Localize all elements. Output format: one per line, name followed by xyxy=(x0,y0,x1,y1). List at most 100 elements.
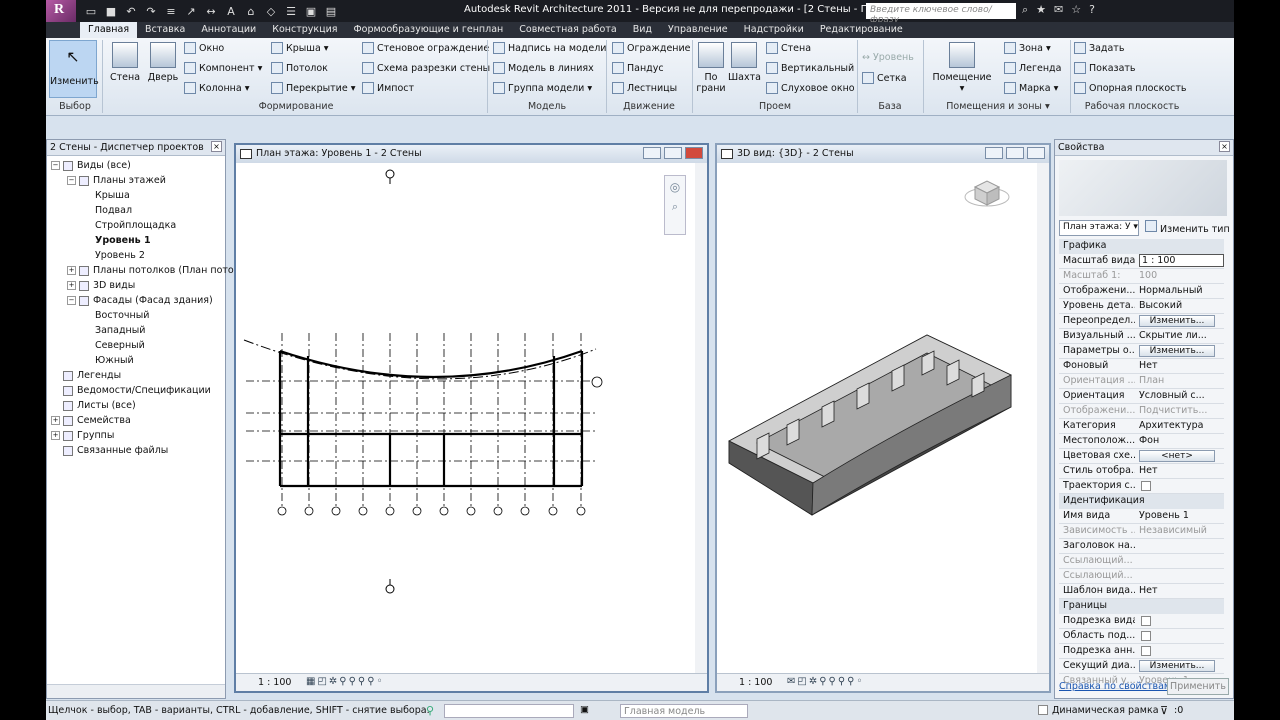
property-checkbox[interactable] xyxy=(1141,631,1151,641)
tab-collaborate[interactable]: Совместная работа xyxy=(511,22,624,38)
opening-by-face-button[interactable]: По грани xyxy=(696,42,726,94)
property-checkbox[interactable] xyxy=(1141,646,1151,656)
tab-modify[interactable]: Редактирование xyxy=(812,22,911,38)
browser-item[interactable]: Уровень 2 xyxy=(51,248,255,263)
browser-item[interactable]: + Планы потолков (План потолка) xyxy=(51,263,255,278)
wall-button[interactable]: Стена xyxy=(108,42,142,83)
save-icon[interactable]: ■ xyxy=(104,5,118,18)
zone-button[interactable]: Зона ▾ xyxy=(1004,42,1051,54)
grid-button[interactable]: Сетка xyxy=(862,72,907,84)
view-scale[interactable]: 1 : 100 xyxy=(258,677,291,688)
level-button[interactable]: ↔ Уровень xyxy=(862,52,914,63)
browser-item[interactable]: Связанные файлы xyxy=(51,443,255,458)
vertical-scrollbar[interactable] xyxy=(1037,163,1049,675)
show-workplane-button[interactable]: Показать xyxy=(1074,62,1136,74)
properties-section[interactable]: Графика xyxy=(1059,239,1224,254)
browser-item[interactable]: Западный xyxy=(51,323,255,338)
properties-section[interactable]: Границы xyxy=(1059,599,1224,614)
property-checkbox[interactable] xyxy=(1141,481,1151,491)
browser-item[interactable]: Листы (все) xyxy=(51,398,255,413)
workset-dropdown[interactable] xyxy=(444,704,574,718)
property-value[interactable]: Фон xyxy=(1139,435,1224,446)
favorites-icon[interactable]: ☆ xyxy=(1071,3,1081,17)
subscription-icon[interactable]: ★ xyxy=(1036,3,1046,17)
roof-button[interactable]: Крыша ▾ xyxy=(271,42,329,54)
close-button[interactable] xyxy=(685,147,703,159)
collapse-icon[interactable]: − xyxy=(67,176,76,185)
browser-horizontal-scrollbar[interactable] xyxy=(47,684,225,698)
application-menu-button[interactable]: R xyxy=(46,0,76,22)
dormer-button[interactable]: Слуховое окно xyxy=(766,82,855,94)
wall-opening-button[interactable]: Стена xyxy=(766,42,811,54)
browser-item[interactable]: Южный xyxy=(51,353,255,368)
browser-item[interactable]: − Фасады (Фасад здания) xyxy=(51,293,255,308)
tag-button[interactable]: Марка ▾ xyxy=(1004,82,1058,94)
worksets-icon[interactable]: ⚲ xyxy=(426,704,434,717)
type-selector[interactable]: План этажа: У ▾ xyxy=(1059,220,1139,236)
tab-home[interactable]: Главная xyxy=(80,22,138,38)
floor-button[interactable]: Перекрытие ▾ xyxy=(271,82,355,94)
switch-windows-icon[interactable]: ▤ xyxy=(324,5,338,18)
view-3d-icon[interactable]: ⌂ xyxy=(244,5,258,18)
column-button[interactable]: Колонна ▾ xyxy=(184,82,249,94)
vertical-scrollbar[interactable] xyxy=(695,163,707,675)
set-workplane-button[interactable]: Задать xyxy=(1074,42,1124,54)
help-icon[interactable]: ? xyxy=(1089,3,1095,17)
browser-item[interactable]: Восточный xyxy=(51,308,255,323)
restore-button[interactable] xyxy=(1006,147,1024,159)
mullion-button[interactable]: Импост xyxy=(362,82,414,94)
editable-only-icon[interactable]: ▣ xyxy=(580,704,589,715)
binoculars-icon[interactable]: ⌕ xyxy=(1022,3,1028,17)
tab-insert[interactable]: Вставка xyxy=(137,22,193,38)
view-control-icons[interactable]: ▦◰✲⚲⚲⚲⚲◦ xyxy=(306,676,384,687)
ramp-button[interactable]: Пандус xyxy=(612,62,664,74)
properties-section[interactable]: Идентификация xyxy=(1059,494,1224,509)
ref-plane-button[interactable]: Опорная плоскость xyxy=(1074,82,1187,94)
property-edit-button[interactable]: Изменить... xyxy=(1139,345,1215,357)
ceiling-button[interactable]: Потолок xyxy=(271,62,328,74)
redo-icon[interactable]: ↷ xyxy=(144,5,158,18)
property-value[interactable]: Нет xyxy=(1139,465,1224,476)
door-button[interactable]: Дверь xyxy=(146,42,180,83)
close-hidden-icon[interactable]: ▣ xyxy=(304,5,318,18)
vertical-opening-button[interactable]: Вертикальный xyxy=(766,62,854,74)
tab-annotate[interactable]: Аннотации xyxy=(193,22,264,38)
property-value[interactable]: Нет xyxy=(1139,360,1224,371)
browser-item[interactable]: Крыша xyxy=(51,188,255,203)
edit-type-button[interactable]: Изменить тип xyxy=(1145,220,1230,235)
model-text-button[interactable]: Надпись на модели xyxy=(493,42,606,54)
curtain-system-button[interactable]: Стеновое ограждение xyxy=(362,42,489,54)
section-icon[interactable]: ◇ xyxy=(264,5,278,18)
tab-structure[interactable]: Конструкция xyxy=(264,22,345,38)
browser-item[interactable]: Подвал xyxy=(51,203,255,218)
model-group-button[interactable]: Группа модели ▾ xyxy=(493,82,592,94)
properties-help-link[interactable]: Справка по свойствам xyxy=(1059,681,1171,692)
expand-icon[interactable]: + xyxy=(51,416,60,425)
property-value[interactable]: Условный с... xyxy=(1139,390,1224,401)
undo-icon[interactable]: ↶ xyxy=(124,5,138,18)
tab-massing-site[interactable]: Формообразующие и генплан xyxy=(346,22,512,38)
measure-icon[interactable]: ↗ xyxy=(184,5,198,18)
floor-plan-canvas[interactable] xyxy=(236,163,707,673)
dynamic-frame-checkbox[interactable] xyxy=(1038,705,1048,715)
view-scale[interactable]: 1 : 100 xyxy=(739,677,772,688)
shaft-button[interactable]: Шахта xyxy=(728,42,761,83)
browser-item[interactable]: Стройплощадка xyxy=(51,218,255,233)
close-icon[interactable]: × xyxy=(211,141,222,152)
minimize-button[interactable] xyxy=(643,147,661,159)
expand-icon[interactable]: + xyxy=(67,266,76,275)
room-button[interactable]: Помещение ▾ xyxy=(930,42,994,94)
search-input[interactable]: Введите ключевое слово/фразу xyxy=(866,3,1016,25)
close-icon[interactable]: × xyxy=(1219,141,1230,152)
browser-item[interactable]: +3D виды xyxy=(51,278,255,293)
legend-button[interactable]: Легенда xyxy=(1004,62,1061,74)
expand-icon[interactable]: + xyxy=(67,281,76,290)
collapse-icon[interactable]: − xyxy=(67,296,76,305)
property-edit-button[interactable]: Изменить... xyxy=(1139,315,1215,327)
tab-manage[interactable]: Управление xyxy=(660,22,736,38)
text-icon[interactable]: A xyxy=(224,5,238,18)
model-lines-button[interactable]: Модель в линиях xyxy=(493,62,594,74)
navigation-bar[interactable]: ◎ ⌕ xyxy=(664,175,686,235)
modify-button[interactable]: ↖ Изменить xyxy=(49,40,99,98)
property-value[interactable]: 1 : 100 xyxy=(1139,254,1224,267)
